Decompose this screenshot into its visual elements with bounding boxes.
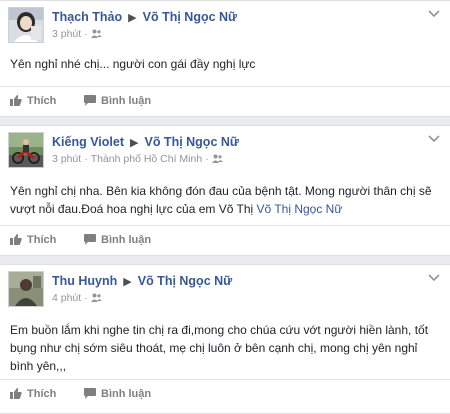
friends-privacy-icon[interactable]	[90, 29, 102, 41]
author-name[interactable]: Thu Huynh	[52, 274, 117, 288]
triangle-right-icon: ▶	[130, 137, 139, 149]
chevron-down-icon[interactable]	[428, 9, 440, 19]
profile-photo-motorbike-icon	[9, 133, 43, 167]
mention-link[interactable]: Võ Thị Ngọc Nữ	[257, 202, 343, 216]
friends-privacy-icon[interactable]	[211, 154, 223, 166]
separator: ·	[205, 153, 209, 165]
post-content: Yên nghỉ nhé chị... người con gái đầy ng…	[0, 47, 450, 73]
post-meta: 3 phút · Thành phố Hồ Chí Minh ·	[52, 153, 223, 166]
post-actions: Thích Bình luận	[0, 86, 450, 116]
author-name[interactable]: Kiếng Violet	[52, 135, 124, 149]
post-text: Yên nghỉ chị nha. Bên kia không đón đau …	[10, 184, 432, 216]
post-title: Thạch Thảo ▶ Võ Thị Ngọc Nữ	[52, 10, 237, 24]
thumbs-up-icon	[10, 234, 22, 248]
like-button[interactable]: Thích	[10, 95, 56, 109]
comment-label: Bình luận	[101, 95, 152, 107]
separator: ·	[84, 292, 88, 304]
comment-label: Bình luận	[101, 388, 152, 400]
post-header: Thạch Thảo ▶ Võ Thị Ngọc Nữ 3 phút ·	[0, 1, 450, 47]
triangle-right-icon: ▶	[128, 12, 137, 24]
post-card: Kiếng Violet ▶ Võ Thị Ngọc Nữ 3 phút · Thành…	[0, 125, 450, 256]
separator: ·	[84, 28, 88, 40]
post-text: Em buồn lắm khi nghe tin chị ra đi,mong …	[10, 323, 429, 373]
target-name[interactable]: Võ Thị Ngọc Nữ	[143, 10, 237, 24]
chevron-down-icon[interactable]	[428, 273, 440, 283]
avatar[interactable]	[8, 132, 44, 168]
separator: ·	[84, 153, 88, 165]
post-card: Thạch Thảo ▶ Võ Thị Ngọc Nữ 3 phút · Yên ng…	[0, 0, 450, 117]
like-label: Thích	[27, 388, 57, 400]
post-title: Kiếng Violet ▶ Võ Thị Ngọc Nữ	[52, 135, 239, 149]
like-label: Thích	[27, 95, 57, 107]
author-name[interactable]: Thạch Thảo	[52, 10, 122, 24]
avatar[interactable]	[8, 7, 44, 43]
post-card: Thu Huynh ▶ Võ Thị Ngọc Nữ 4 phút · Em buồn…	[0, 264, 450, 414]
post-actions: Thích Bình luận	[0, 379, 450, 409]
post-meta: 3 phút ·	[52, 28, 102, 41]
thumbs-up-icon	[10, 388, 22, 402]
speech-bubble-icon	[84, 95, 96, 109]
timestamp[interactable]: 3 phút	[52, 28, 81, 40]
comment-label: Bình luận	[101, 234, 152, 246]
post-content: Em buồn lắm khi nghe tin chị ra đi,mong …	[0, 311, 450, 375]
target-name[interactable]: Võ Thị Ngọc Nữ	[144, 135, 238, 149]
friends-privacy-icon[interactable]	[90, 293, 102, 305]
post-text: Yên nghỉ nhé chị... người con gái đầy ng…	[10, 57, 256, 71]
like-button[interactable]: Thích	[10, 388, 56, 402]
chevron-down-icon[interactable]	[428, 134, 440, 144]
news-feed: Thạch Thảo ▶ Võ Thị Ngọc Nữ 3 phút · Yên ng…	[0, 0, 450, 414]
post-header: Kiếng Violet ▶ Võ Thị Ngọc Nữ 3 phút · Thành…	[0, 126, 450, 172]
triangle-right-icon: ▶	[123, 276, 132, 288]
thumbs-up-icon	[10, 95, 22, 109]
post-header: Thu Huynh ▶ Võ Thị Ngọc Nữ 4 phút ·	[0, 265, 450, 311]
speech-bubble-icon	[84, 388, 96, 402]
comment-button[interactable]: Bình luận	[84, 388, 151, 402]
timestamp[interactable]: 3 phút	[52, 153, 81, 165]
post-title: Thu Huynh ▶ Võ Thị Ngọc Nữ	[52, 274, 232, 288]
profile-photo-person-icon	[9, 272, 43, 306]
post-actions: Thích Bình luận	[0, 225, 450, 255]
like-button[interactable]: Thích	[10, 234, 56, 248]
avatar[interactable]	[8, 271, 44, 307]
post-meta: 4 phút ·	[52, 292, 102, 305]
comment-button[interactable]: Bình luận	[84, 95, 151, 109]
location-link[interactable]: Thành phố Hồ Chí Minh	[91, 153, 202, 165]
target-name[interactable]: Võ Thị Ngọc Nữ	[138, 274, 232, 288]
like-label: Thích	[27, 234, 57, 246]
comment-button[interactable]: Bình luận	[84, 234, 151, 248]
profile-photo-girl-icon	[9, 8, 43, 42]
post-content: Yên nghỉ chị nha. Bên kia không đón đau …	[0, 172, 450, 218]
timestamp[interactable]: 4 phút	[52, 292, 81, 304]
speech-bubble-icon	[84, 234, 96, 248]
